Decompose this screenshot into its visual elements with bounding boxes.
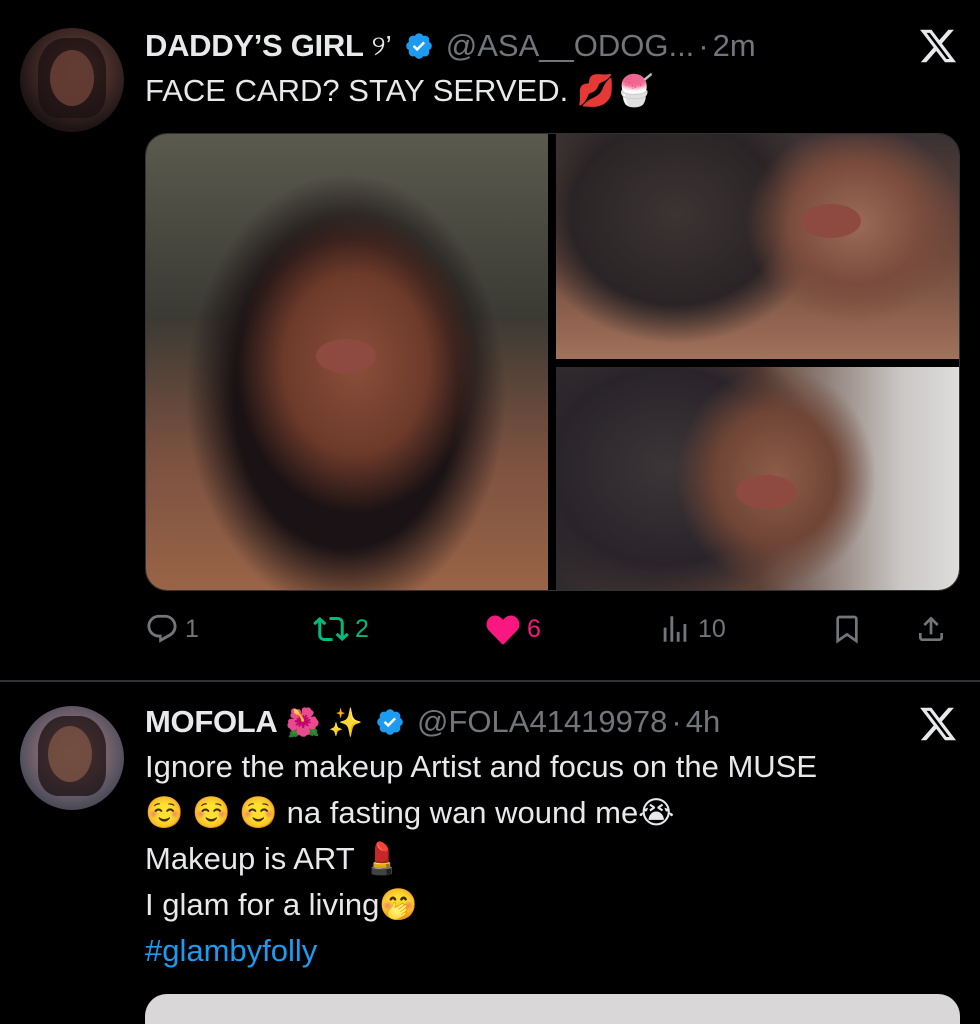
tweet-text: Ignore the makeup Artist and focus on th… [145,744,945,974]
avatar-face [50,50,94,106]
x-logo-icon[interactable] [918,26,958,66]
bookmark-button[interactable] [831,606,863,652]
verified-badge-icon [405,33,432,59]
tweet-text-line: Makeup is ART 💄 [145,841,402,876]
display-name-emoji: 🌺 ✨ [285,706,364,738]
reply-icon [147,614,177,643]
tweet-header: MOFOLA 🌺 ✨ @FOLA41419978 · 4h [145,700,720,744]
views-button[interactable]: 10 [658,606,726,652]
retweet-icon [313,616,349,642]
retweet-count: 2 [355,614,369,643]
tweet-text: FACE CARD? STAY SERVED. 💋🍧 [145,68,654,114]
timestamp[interactable]: 4h [686,704,720,740]
bookmark-icon [836,615,858,644]
photo-detail [736,475,796,509]
tweet-text-line: Ignore the makeup Artist and focus on th… [145,749,818,784]
tweet-card-1[interactable]: DADDY’S GIRL ୨’ @ASA__ODOG... · 2m FACE … [0,0,980,680]
action-bar: 1 2 6 10 [145,606,960,652]
tweet-text-line: FACE CARD? STAY SERVED. 💋🍧 [145,73,655,108]
media-preview[interactable] [145,994,960,1024]
photo-detail [801,204,861,238]
reply-count: 1 [185,614,199,643]
timestamp[interactable]: 2m [713,28,756,64]
avatar[interactable] [20,706,124,810]
photo-detail [316,339,376,373]
media-grid[interactable] [145,133,960,591]
tweet-text-line: ☺️ ☺️ ☺️ na fasting wan wound me😭 [145,795,675,830]
tweet-header: DADDY’S GIRL ୨’ @ASA__ODOG... · 2m [145,24,756,68]
share-button[interactable] [915,606,947,652]
avatar-face [48,726,92,782]
views-icon [663,616,687,642]
view-count: 10 [698,614,726,643]
avatar[interactable] [20,28,124,132]
photo-3[interactable] [556,367,959,590]
share-icon [919,616,943,641]
like-button[interactable]: 6 [485,606,541,652]
retweet-button[interactable]: 2 [313,606,369,652]
hashtag-link[interactable]: #glambyfolly [145,928,945,974]
handle[interactable]: @ASA__ODOG... [446,28,695,64]
display-name[interactable]: MOFOLA [145,704,278,740]
display-name-emoji: ୨’ [371,29,392,61]
heart-icon [486,615,520,645]
verified-badge-icon [377,709,403,735]
handle[interactable]: @FOLA41419978 [417,704,667,740]
tweet-card-2[interactable]: MOFOLA 🌺 ✨ @FOLA41419978 · 4h Ignore the… [0,682,980,1024]
display-name[interactable]: DADDY’S GIRL [145,28,364,64]
tweet-text-line: I glam for a living🤭 [145,887,418,922]
photo-2[interactable] [556,134,959,359]
reply-button[interactable]: 1 [145,606,199,652]
photo-1[interactable] [146,134,548,590]
x-logo-icon[interactable] [918,704,958,744]
separator-dot: · [698,28,709,63]
separator-dot: · [671,704,682,739]
like-count: 6 [527,614,541,643]
